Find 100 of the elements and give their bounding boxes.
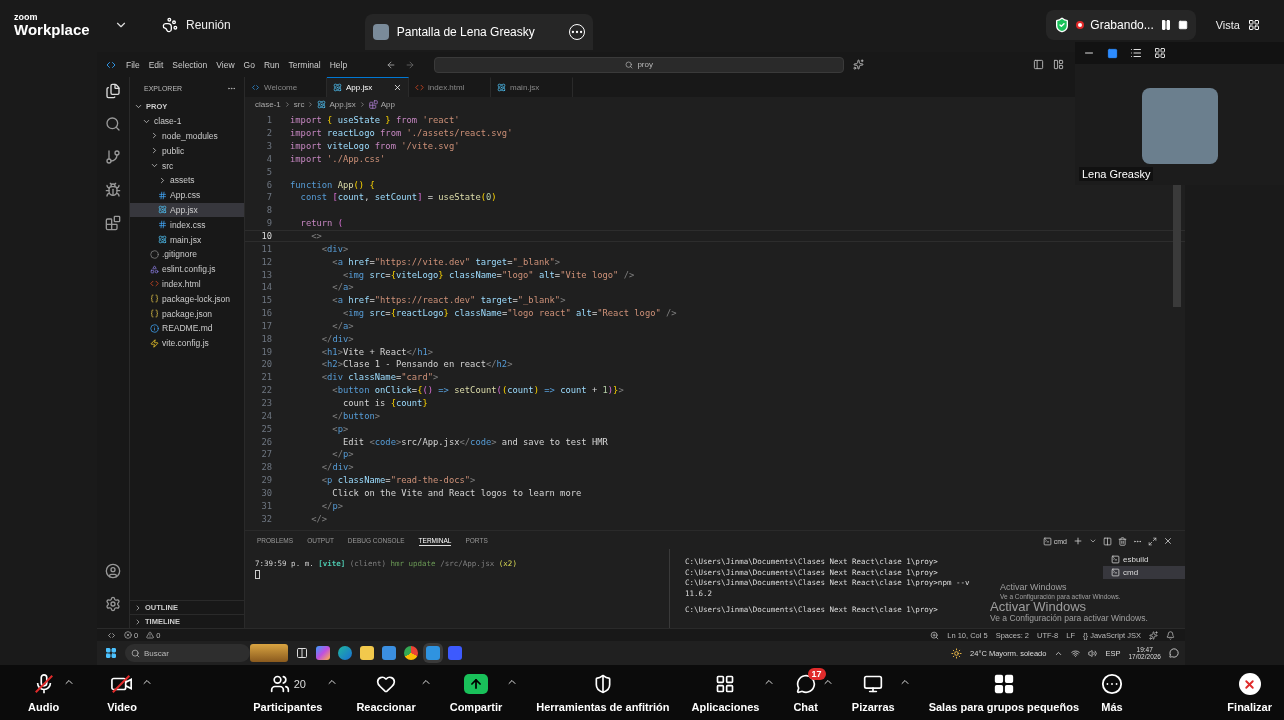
editor-tab[interactable]: App.jsx [327,77,409,97]
breadcrumb-item[interactable]: clase-1 [255,100,281,109]
muted-camera-icon [110,673,135,695]
bell-icon[interactable] [1166,630,1175,640]
toolbar-button[interactable]: Más [1097,670,1127,715]
breadcrumb-item[interactable]: App [380,100,395,109]
notification-icon[interactable] [1169,648,1179,658]
toolbar-button[interactable]: Pizarras [847,670,899,715]
menu-item[interactable]: Run [263,59,280,70]
pause-icon[interactable] [1159,19,1172,31]
weather-icon[interactable] [951,647,963,659]
file-tree-item[interactable]: .gitignore [130,246,244,262]
file-tree-item[interactable]: package-lock.json [130,291,244,307]
file-tree-item[interactable]: README.md [130,320,244,336]
trash-icon[interactable] [1118,536,1127,546]
wifi-icon[interactable] [1071,648,1081,658]
code-line: function App() { [290,179,375,190]
remote-icon[interactable] [107,630,116,640]
file-tree-item[interactable]: vite.config.js [130,335,244,351]
line-number: 11 [260,243,272,254]
search-icon [625,60,634,69]
grid-icon[interactable] [1154,47,1166,59]
sparkle-icon[interactable] [1149,630,1158,640]
menu-item[interactable]: File [126,59,140,70]
menu-item[interactable]: Terminal [288,59,321,70]
line-number: 28 [260,462,272,473]
close-icon[interactable] [393,83,402,92]
line-number: 6 [265,179,272,190]
chevron-down-icon[interactable] [1089,537,1097,545]
list-icon[interactable] [1130,47,1142,59]
branch-icon[interactable] [105,149,121,165]
toolbar-button[interactable]: Aplicaciones [687,670,764,715]
file-tree-item[interactable]: main.jsx [130,232,244,247]
back-arrow-icon[interactable] [386,59,397,70]
speaker-view-icon[interactable] [1107,47,1118,59]
sparkle-icon[interactable] [853,59,865,70]
toolbar-button[interactable]: Compartir [445,670,507,715]
view-button[interactable]: Vista [1211,15,1264,35]
code-line: <a href="https://react.dev" target="_blank"> [331,295,566,306]
zoom-in-icon[interactable] [930,630,940,640]
plus-icon[interactable] [1073,536,1083,546]
app-icon[interactable] [316,646,330,660]
line-number: 16 [260,308,272,319]
file-tree-item[interactable]: assets [130,173,244,188]
code-line: </div> [320,333,354,344]
code-line: Click on the Vite and React logos to learn more [331,487,582,498]
stop-icon[interactable] [1177,20,1188,30]
close-icon[interactable] [1163,536,1173,546]
menu-item[interactable]: Edit [148,59,164,70]
file-tree-item[interactable]: src [130,158,244,173]
toolbar-button[interactable]: 20 Participantes [249,670,327,715]
menu-item[interactable]: Go [243,59,255,70]
split-icon[interactable] [1103,536,1112,546]
layout-icon[interactable] [1053,59,1065,70]
terminal-icon [1111,568,1120,577]
maximize-icon[interactable] [1148,536,1157,546]
taskbar-search-field[interactable]: Buscar [125,644,250,662]
files-icon[interactable] [105,83,121,99]
breadcrumb-item[interactable]: App.jsx [329,100,356,109]
settings-icon[interactable] [105,596,121,612]
search-icon[interactable] [105,116,121,132]
file-tree-item[interactable]: index.css [130,217,244,233]
terminal-list-item[interactable]: cmd [1103,566,1185,579]
file-tree-item[interactable]: eslint.config.js [130,261,244,277]
file-tree-item[interactable]: App.css [130,187,244,203]
menu-item[interactable]: Help [329,59,348,70]
command-search-field[interactable]: proy [434,56,845,73]
toolbar-button[interactable]: Finalizar [1223,670,1276,715]
toolbar-button[interactable]: Reaccionar [352,670,420,715]
menu-item[interactable]: Selection [172,59,208,70]
speaker-icon[interactable] [1088,648,1098,658]
line-number: 24 [260,410,272,421]
code-line: <h2>Clase 1 - Pensando en react</h2> [320,359,513,370]
file-tree-item[interactable]: clase-1 [130,113,244,129]
toolbar-button[interactable]: Audio [24,670,64,715]
toolbar-button[interactable]: Herramientas de anfitrión [532,670,674,715]
file-tree-item[interactable]: public [130,143,244,159]
line-number: 3 [265,141,272,152]
grid-icon [992,673,1015,695]
code-line: <> [310,231,322,241]
account-icon[interactable] [105,563,121,579]
share-tab[interactable]: Pantalla de Lena Greasky [364,14,593,50]
meeting-button[interactable]: Reunión [158,13,235,37]
task-view-icon[interactable] [296,647,308,659]
terminal-list-item[interactable]: esbuild [1103,553,1185,566]
file-tree-item[interactable]: node_modules [130,128,244,144]
scrollbar-thumb[interactable] [1173,182,1181,307]
layout-icon[interactable] [1033,59,1045,70]
bug-icon[interactable] [105,182,121,198]
code-line: import reactLogo from './assets/react.svg' [290,128,513,139]
breadcrumb-item[interactable]: src [293,100,305,109]
file-tree-item[interactable]: package.json [130,306,244,321]
extensions-icon[interactable] [105,215,121,231]
toolbar-button[interactable]: Salas para grupos pequeños [924,670,1083,715]
toolbar-button[interactable]: Video [103,670,141,715]
menu-item[interactable]: View [216,59,235,70]
file-tree-item[interactable]: index.html [130,276,244,292]
error-icon [124,631,132,639]
file-tree-item[interactable]: App.jsx [130,202,244,218]
windows-start-icon[interactable] [105,647,117,659]
